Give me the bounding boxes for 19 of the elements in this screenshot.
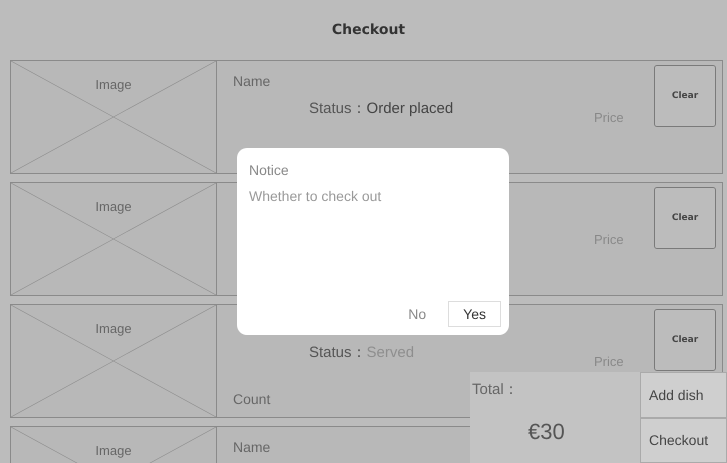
page-title: Checkout: [332, 22, 406, 38]
dish-count: Count: [233, 391, 270, 407]
action-button[interactable]: Add dish: [640, 372, 727, 418]
order-status: Status：Order placed: [309, 99, 454, 118]
action-button[interactable]: Checkout: [640, 418, 727, 463]
clear-button[interactable]: Clear: [654, 65, 716, 127]
dish-name: Name: [233, 439, 270, 455]
dish-name: Name: [233, 73, 270, 89]
image-label: Image: [95, 321, 132, 336]
image-label: Image: [95, 443, 132, 458]
total-amount: €30: [528, 419, 566, 445]
image-label: Image: [95, 77, 132, 92]
dialog-message: Whether to check out: [249, 188, 382, 206]
confirm-button[interactable]: Yes: [448, 301, 501, 327]
image-label: Image: [95, 199, 132, 214]
clear-button[interactable]: Clear: [654, 309, 716, 371]
dialog-title: Notice: [249, 162, 290, 178]
total-label: Total：: [472, 380, 520, 399]
clear-button[interactable]: Clear: [654, 187, 716, 249]
